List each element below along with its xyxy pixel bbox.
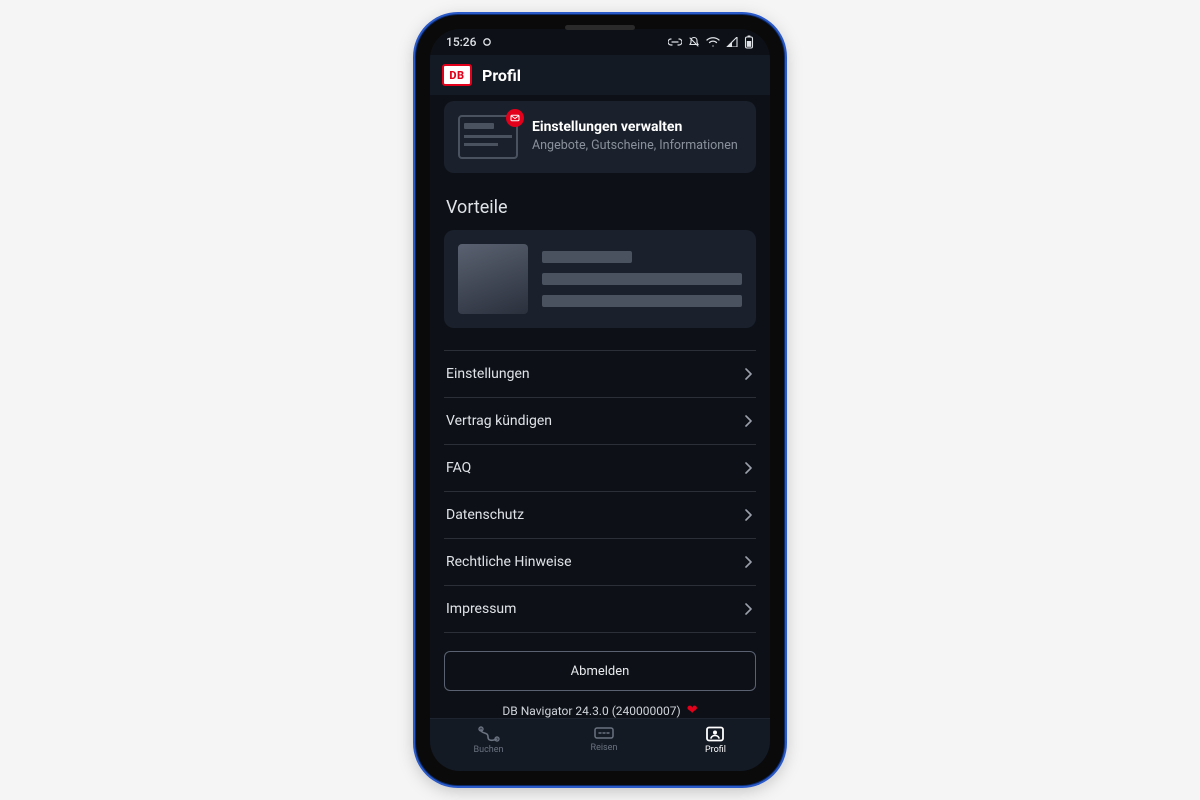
manage-settings-title: Einstellungen verwalten [532,119,738,135]
menu-label: Rechtliche Hinweise [446,554,572,570]
phone-frame: 15:26 DB Profil [416,15,784,785]
link-icon [668,37,682,47]
screen: 15:26 DB Profil [430,29,770,771]
logout-label: Abmelden [571,664,630,679]
bell-off-icon [688,36,700,48]
menu-item-vertrag-kuendigen[interactable]: Vertrag kündigen [444,398,756,445]
chevron-right-icon [744,368,752,380]
content-area: Einstellungen verwalten Angebote, Gutsch… [430,95,770,718]
signal-icon [726,37,738,47]
nav-item-profil[interactable]: Profil [704,725,726,755]
route-icon [478,725,500,743]
ticket-icon [593,725,615,741]
menu-item-einstellungen[interactable]: Einstellungen [444,351,756,398]
chevron-right-icon [744,415,752,427]
status-time: 15:26 [446,35,476,49]
placeholder-lines [542,244,742,314]
chevron-right-icon [744,462,752,474]
nav-label: Buchen [474,745,504,755]
mail-settings-icon [458,115,518,159]
profile-icon [704,725,726,743]
menu-label: Impressum [446,601,516,617]
manage-settings-card[interactable]: Einstellungen verwalten Angebote, Gutsch… [444,101,756,173]
menu-label: Einstellungen [446,366,530,382]
chevron-right-icon [744,603,752,615]
heart-icon: ❤ [687,703,698,718]
nav-item-buchen[interactable]: Buchen [474,725,504,755]
db-logo: DB [442,64,472,86]
settings-list: Einstellungen Vertrag kündigen FAQ Daten… [444,350,756,633]
logout-button[interactable]: Abmelden [444,651,756,691]
menu-item-faq[interactable]: FAQ [444,445,756,492]
placeholder-thumbnail [458,244,528,314]
page-title: Profil [482,66,521,85]
nav-item-reisen[interactable]: Reisen [591,725,618,753]
battery-icon [744,35,754,49]
manage-settings-subtitle: Angebote, Gutscheine, Informationen [532,138,738,153]
bottom-nav: Buchen Reisen Profil [430,718,770,771]
menu-label: FAQ [446,460,471,476]
status-bar: 15:26 [430,29,770,55]
menu-item-datenschutz[interactable]: Datenschutz [444,492,756,539]
section-title-vorteile: Vorteile [446,197,756,218]
app-header: DB Profil [430,55,770,95]
menu-item-rechtliche-hinweise[interactable]: Rechtliche Hinweise [444,539,756,586]
menu-label: Vertrag kündigen [446,413,552,429]
advantages-placeholder-card[interactable] [444,230,756,328]
app-version: DB Navigator 24.3.0 (240000007) ❤ [444,703,756,718]
chevron-right-icon [744,509,752,521]
menu-item-impressum[interactable]: Impressum [444,586,756,633]
menu-label: Datenschutz [446,507,524,523]
chevron-right-icon [744,556,752,568]
notification-dot-icon [482,37,492,47]
nav-label: Reisen [591,743,618,753]
nav-label: Profil [705,745,726,755]
wifi-icon [706,37,720,47]
